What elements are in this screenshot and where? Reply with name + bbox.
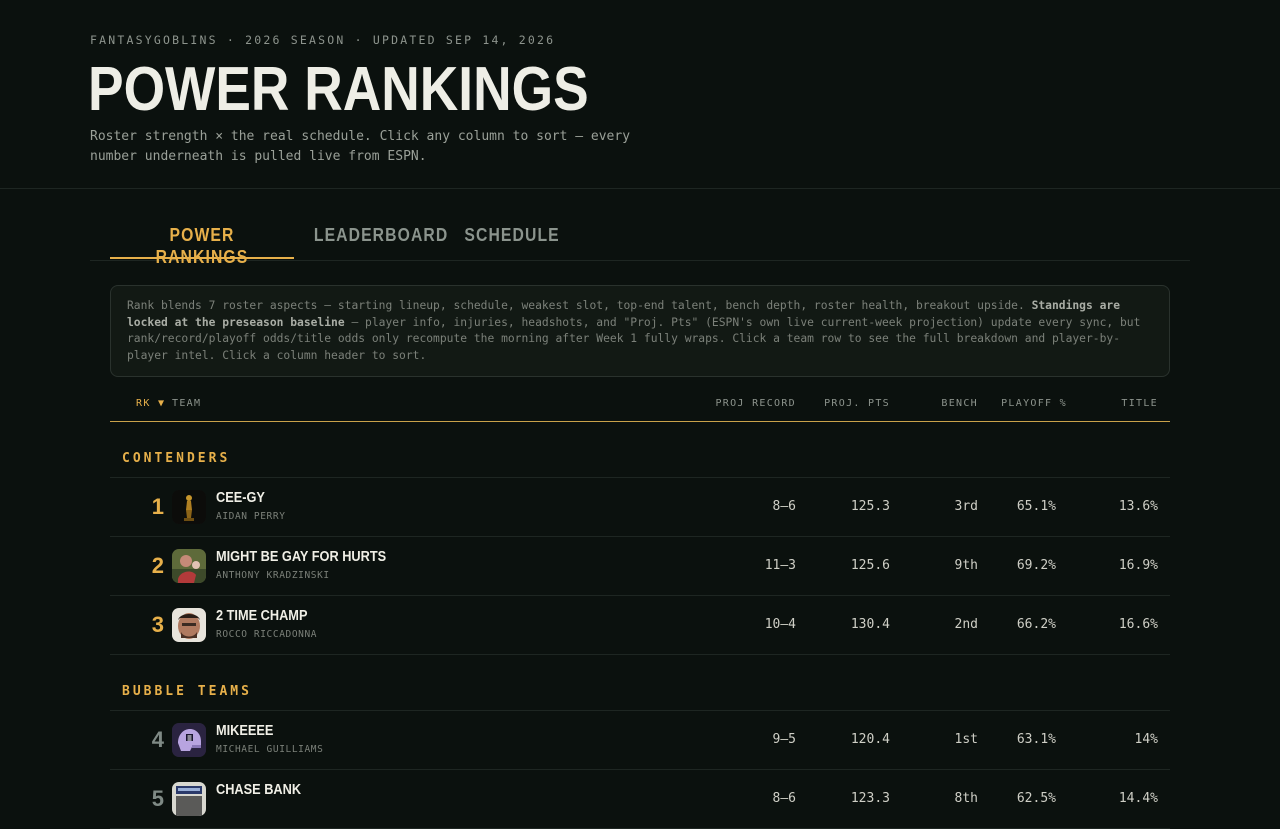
col-playoff-header[interactable]: PLAYOFF % bbox=[1001, 398, 1067, 409]
header-meta: FANTASYGOBLINS · 2026 SEASON · UPDATED S… bbox=[90, 33, 556, 47]
team-name: CHASE BANK bbox=[216, 782, 302, 798]
note-text-1: Rank blends 7 roster aspects — starting … bbox=[127, 299, 1032, 312]
proj-record: 10–4 bbox=[764, 617, 796, 632]
table-row[interactable]: 3 2 TIME CHAMP ROCCO RICCADONNA 10–4 130… bbox=[110, 596, 1170, 655]
title-pct: 14.4% bbox=[1118, 791, 1158, 806]
page-title: POWER RANKINGS bbox=[88, 55, 589, 124]
team-avatar-photo bbox=[172, 549, 206, 583]
info-note: Rank blends 7 roster aspects — starting … bbox=[110, 285, 1170, 377]
rank-number: 4 bbox=[151, 727, 164, 752]
proj-record: 9–5 bbox=[772, 732, 796, 747]
team-owner: ANTHONY KRADZINSKI bbox=[216, 570, 330, 581]
col-title-header[interactable]: TITLE bbox=[1121, 398, 1158, 409]
title-pct: 16.6% bbox=[1118, 617, 1158, 632]
team-name: MIKEEEE bbox=[216, 723, 274, 739]
table-row[interactable]: 4 MIKEEEE MICHAEL GUILLIAMS 9–5 120.4 1s… bbox=[110, 711, 1170, 770]
proj-record: 8–6 bbox=[772, 791, 796, 806]
tab-schedule[interactable]: SCHEDULE bbox=[456, 213, 562, 259]
playoff-pct: 66.2% bbox=[1016, 617, 1056, 632]
playoff-pct: 63.1% bbox=[1016, 732, 1056, 747]
bench-rank: 3rd bbox=[954, 499, 978, 514]
rank-number: 1 bbox=[151, 494, 164, 519]
team-name: MIGHT BE GAY FOR HURTS bbox=[216, 549, 387, 565]
bench-rank: 2nd bbox=[954, 617, 978, 632]
proj-pts: 130.4 bbox=[850, 617, 890, 632]
col-bench-header[interactable]: BENCH bbox=[941, 398, 978, 409]
page-header: FANTASYGOBLINS · 2026 SEASON · UPDATED S… bbox=[0, 0, 1280, 189]
team-avatar-trophy-icon bbox=[172, 490, 206, 524]
bench-rank: 8th bbox=[954, 791, 978, 806]
team-name: 2 TIME CHAMP bbox=[216, 608, 308, 624]
team-owner: ROCCO RICCADONNA bbox=[216, 629, 318, 640]
proj-record: 8–6 bbox=[772, 499, 796, 514]
col-team-header[interactable]: TEAM bbox=[172, 398, 201, 409]
tab-leaderboard[interactable]: LEADERBOARD bbox=[302, 213, 447, 259]
col-proj-record-header[interactable]: PROJ RECORD bbox=[715, 398, 796, 409]
page-subtitle: Roster strength × the real schedule. Cli… bbox=[90, 129, 631, 164]
bench-rank: 1st bbox=[954, 732, 978, 747]
group-header-bubble-teams: BUBBLE TEAMS bbox=[110, 655, 1170, 711]
playoff-pct: 62.5% bbox=[1016, 791, 1056, 806]
bench-rank: 9th bbox=[954, 558, 978, 573]
team-avatar-photo bbox=[172, 608, 206, 642]
rank-number: 5 bbox=[151, 786, 164, 811]
title-pct: 16.9% bbox=[1118, 558, 1158, 573]
rank-number: 2 bbox=[151, 553, 164, 578]
tab-power-rankings[interactable]: POWER RANKINGS bbox=[110, 213, 294, 267]
team-avatar-photo bbox=[172, 782, 206, 816]
table-header: RK ▼ TEAM PROJ RECORD PROJ. PTS BENCH PL… bbox=[110, 392, 1170, 422]
proj-record: 11–3 bbox=[764, 558, 796, 573]
rank-number: 3 bbox=[151, 612, 164, 637]
proj-pts: 120.4 bbox=[850, 732, 890, 747]
team-owner: AIDAN PERRY bbox=[216, 511, 286, 522]
group-label: CONTENDERS bbox=[122, 451, 231, 466]
team-owner: MICHAEL GUILLIAMS bbox=[216, 744, 324, 755]
group-header-contenders: CONTENDERS bbox=[110, 422, 1170, 478]
team-avatar-helmet-icon bbox=[172, 723, 206, 757]
title-pct: 13.6% bbox=[1118, 499, 1158, 514]
proj-pts: 125.6 bbox=[850, 558, 890, 573]
team-name: CEE-GY bbox=[216, 490, 265, 506]
table-row[interactable]: 2 MIGHT BE GAY FOR HURTS ANTHONY KRADZIN… bbox=[110, 537, 1170, 596]
tab-bar: POWER RANKINGS LEADERBOARD SCHEDULE bbox=[90, 213, 1190, 267]
group-label: BUBBLE TEAMS bbox=[122, 684, 252, 699]
playoff-pct: 65.1% bbox=[1016, 499, 1056, 514]
col-proj-pts-header[interactable]: PROJ. PTS bbox=[824, 398, 890, 409]
table-row[interactable]: 1 CEE-GY AIDAN PERRY 8–6 125.3 3rd 65.1%… bbox=[110, 478, 1170, 537]
title-pct: 14% bbox=[1134, 732, 1158, 747]
col-rank-header[interactable]: RK ▼ bbox=[136, 398, 165, 409]
proj-pts: 123.3 bbox=[850, 791, 890, 806]
playoff-pct: 69.2% bbox=[1016, 558, 1056, 573]
proj-pts: 125.3 bbox=[850, 499, 890, 514]
